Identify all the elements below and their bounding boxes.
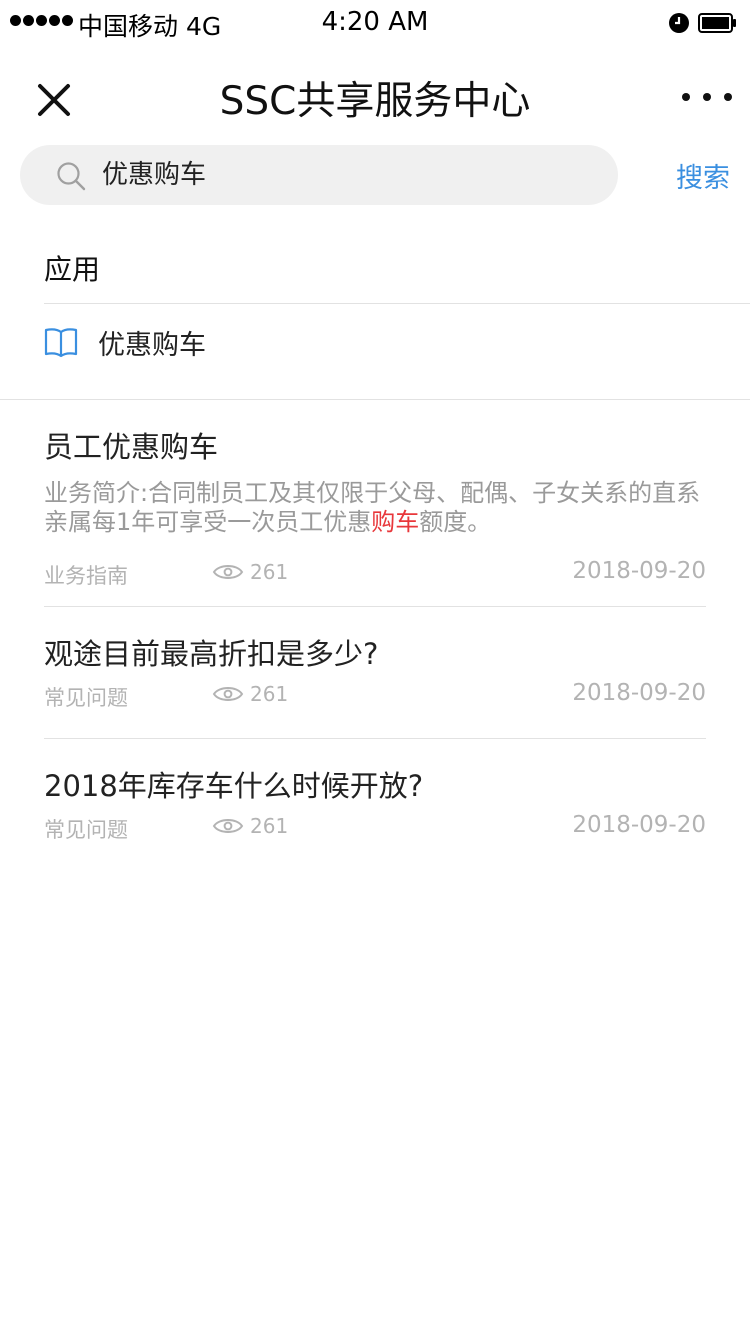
- result-item[interactable]: 观途目前最高折扣是多少? 常见问题 261 2018-09-20: [44, 634, 706, 712]
- alarm-clock-icon: [669, 13, 689, 33]
- section-title-apps: 应用: [44, 253, 101, 286]
- result-meta: 业务指南 261 2018-09-20: [44, 558, 706, 590]
- result-meta: 常见问题 261 2018-09-20: [44, 812, 706, 844]
- status-bar: 中国移动 4G 4:20 AM: [0, 0, 750, 46]
- result-category: 常见问题: [44, 686, 128, 710]
- nav-bar: SSC共享服务中心: [0, 46, 750, 146]
- view-count: 261: [212, 814, 288, 838]
- battery-icon: [698, 13, 736, 33]
- result-meta: 常见问题 261 2018-09-20: [44, 680, 706, 712]
- result-date: 2018-09-20: [572, 558, 706, 584]
- result-date: 2018-09-20: [572, 680, 706, 706]
- eye-icon: [212, 687, 244, 701]
- result-item[interactable]: 2018年库存车什么时候开放? 常见问题 261 2018-09-20: [44, 766, 706, 844]
- search-input[interactable]: 优惠购车: [102, 145, 206, 205]
- view-count: 261: [212, 682, 288, 706]
- divider: [44, 738, 706, 739]
- result-item[interactable]: 员工优惠购车 业务简介:合同制员工及其仅限于父母、配偶、子女关系的直系亲属每1年…: [44, 427, 706, 590]
- eye-icon: [212, 819, 244, 833]
- view-count: 261: [212, 560, 288, 584]
- page-title: SSC共享服务中心: [219, 79, 531, 124]
- result-date: 2018-09-20: [572, 812, 706, 838]
- result-title: 2018年库存车什么时候开放?: [44, 769, 424, 803]
- app-item-label: 优惠购车: [98, 329, 206, 361]
- result-category: 常见问题: [44, 818, 128, 842]
- result-category: 业务指南: [44, 564, 128, 588]
- result-title: 员工优惠购车: [44, 430, 219, 464]
- eye-icon: [212, 565, 244, 579]
- status-time: 4:20 AM: [321, 7, 429, 37]
- search-button[interactable]: 搜索: [676, 156, 730, 195]
- book-icon: [44, 328, 78, 358]
- search-box[interactable]: 优惠购车: [20, 145, 618, 205]
- divider: [44, 303, 750, 304]
- result-title: 观途目前最高折扣是多少?: [44, 637, 379, 671]
- app-item-discount-car[interactable]: 优惠购车: [44, 322, 724, 362]
- search-icon: [57, 162, 86, 191]
- result-highlight: 购车: [371, 508, 420, 536]
- more-icon[interactable]: [682, 86, 732, 108]
- divider: [0, 399, 750, 400]
- divider: [44, 606, 706, 607]
- result-description: 业务简介:合同制员工及其仅限于父母、配偶、子女关系的直系亲属每1年可享受一次员工…: [44, 479, 701, 536]
